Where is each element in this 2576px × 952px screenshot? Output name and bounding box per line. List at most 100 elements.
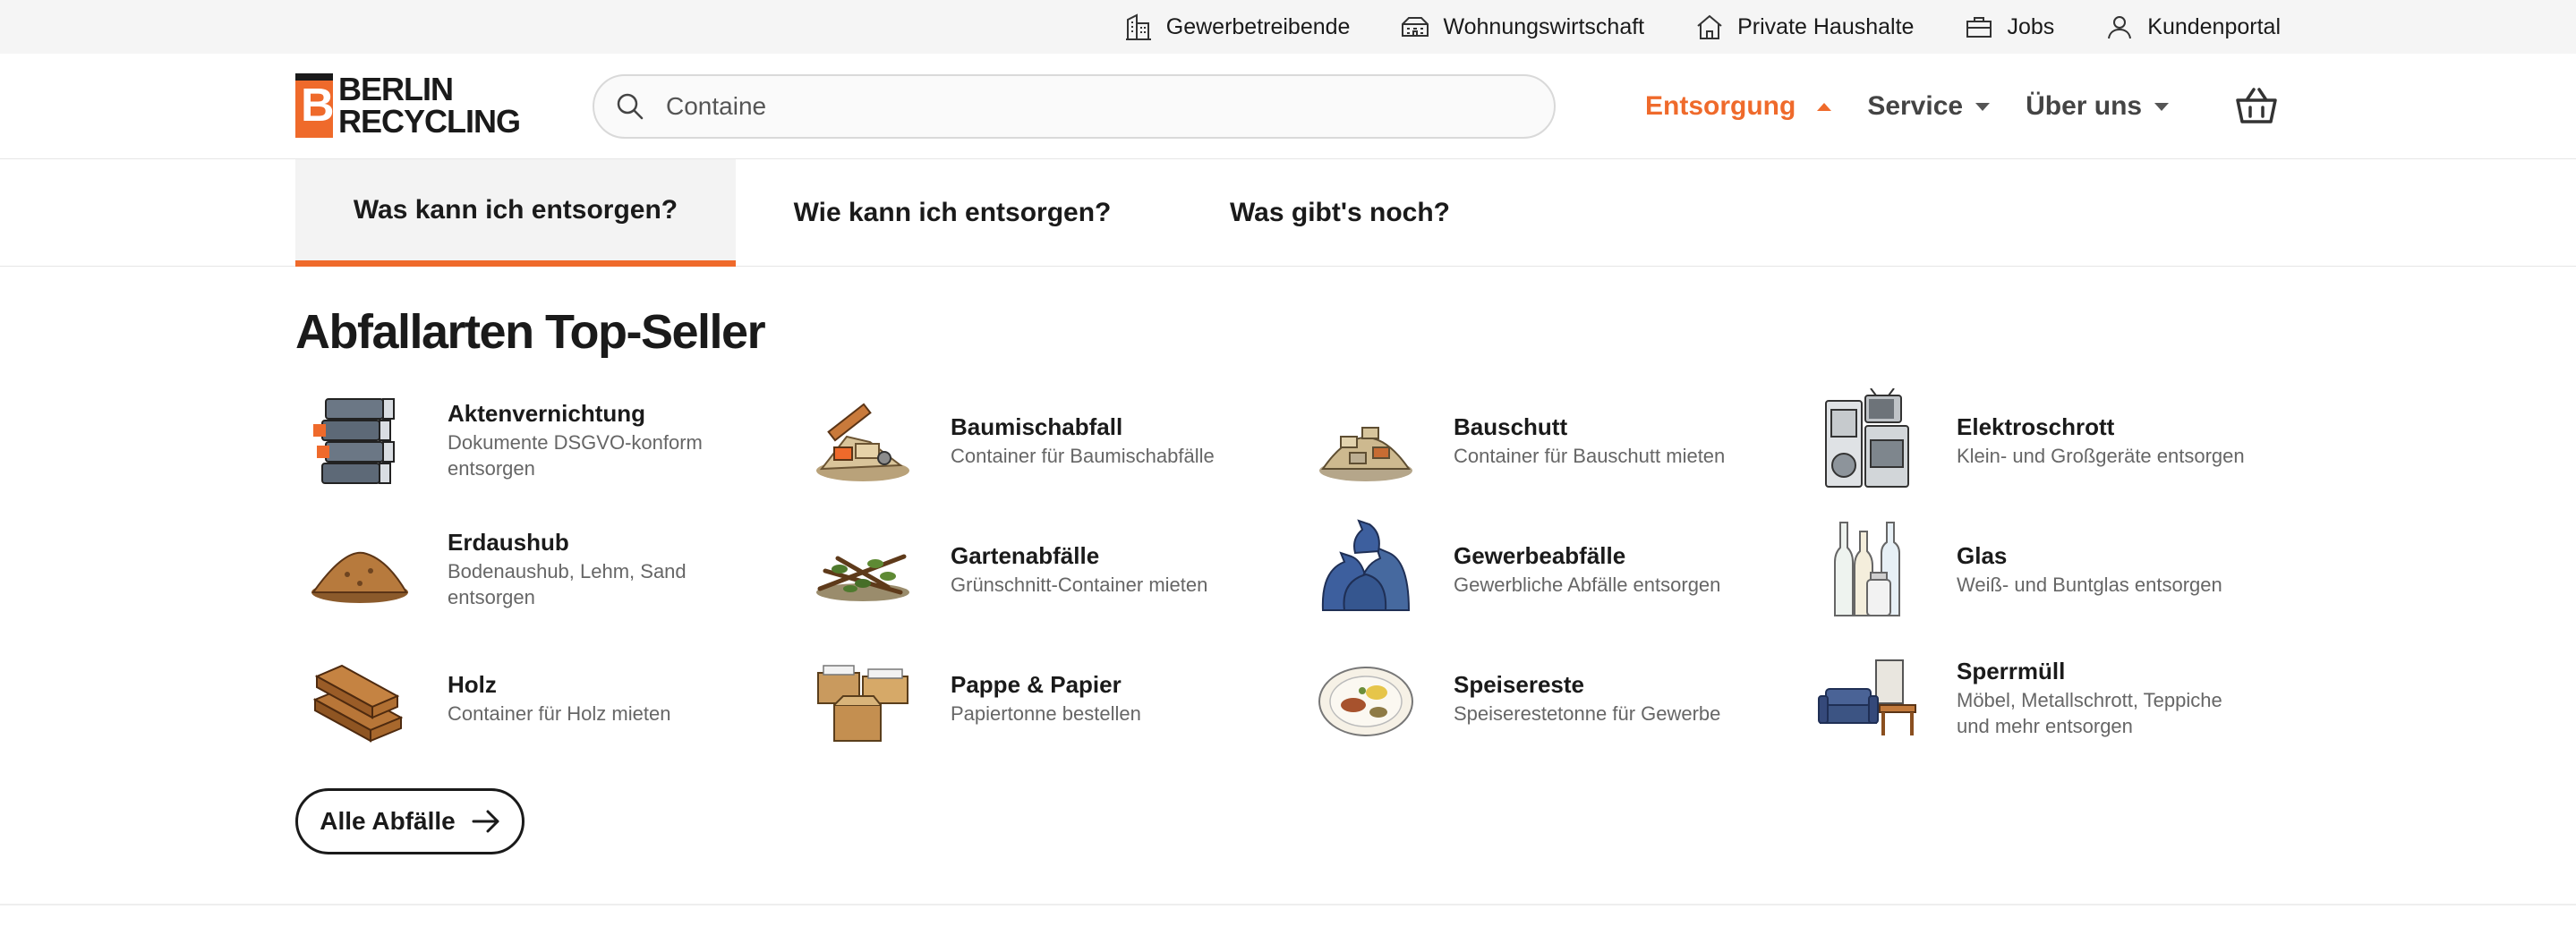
header: B BERLIN RECYCLING Entsorgung Service Üb… [0,54,2576,159]
waste-item-aktenvernichtung[interactable]: Aktenvernichtung Dokumente DSGVO-konform… [306,387,789,494]
waste-item-title: Aktenvernichtung [448,400,646,427]
logo-mark-letter: B [301,80,335,132]
waste-item-texts: Aktenvernichtung Dokumente DSGVO-konform… [448,399,743,481]
waste-item-texts: Gartenabfälle Grünschnitt-Container miet… [951,541,1246,598]
chevron-down-icon [2154,102,2170,111]
waste-item-texts: Bauschutt Container für Bauschutt mieten [1454,412,1749,469]
waste-item-texts: Speisereste Speiserestetonne für Gewerbe [1454,670,1749,727]
waste-item-glas[interactable]: Glas Weiß- und Buntglas entsorgen [1815,515,2299,623]
waste-item-erdaushub[interactable]: Erdaushub Bodenaushub, Lehm, Sand entsor… [306,515,789,623]
glass-bottles-icon [1834,522,1900,616]
waste-item-title: Holz [448,670,497,698]
cardboard-boxes-icon [817,665,908,742]
logo-mark: B [295,73,335,138]
chevron-down-icon [1975,102,1991,111]
wood-planks-icon [312,664,404,743]
tab-was-gibts-noch[interactable]: Was gibt's noch? [1169,159,1511,267]
nav-ueber-uns[interactable]: Über uns [2026,91,2170,122]
utility-link-label: Jobs [2007,13,2055,39]
waste-item-title: Sperrmüll [1957,658,2066,684]
waste-item-title: Gewerbeabfälle [1454,541,1626,569]
soil-pile-icon [311,551,408,603]
building-icon [1125,13,1151,40]
waste-item-pappe-papier[interactable]: Pappe & Papier Papiertonne bestellen [809,644,1292,752]
waste-item-thumb [809,515,917,623]
utility-link-jobs[interactable]: Jobs [1964,12,2054,42]
waste-item-thumb [1815,387,1923,494]
waste-item-thumb [306,515,414,623]
all-waste-button[interactable]: Alle Abfälle [295,788,525,854]
utility-link-gewerbetreibende[interactable]: Gewerbetreibende [1123,12,1350,42]
waste-item-bauschutt[interactable]: Bauschutt Container für Bauschutt mieten [1312,387,1796,494]
tab-wie-kann-ich-entsorgen[interactable]: Wie kann ich entsorgen? [736,159,1169,267]
utility-link-label: Wohnungswirtschaft [1443,13,1645,39]
utility-link-label: Kundenportal [2147,13,2281,39]
house-icon [1697,14,1722,39]
waste-item-title: Erdaushub [448,529,569,556]
logo-text: BERLIN RECYCLING [338,73,521,140]
waste-item-title: Elektroschrott [1957,412,2115,440]
waste-item-desc: Container für Bauschutt mieten [1454,444,1726,467]
nav-entsorgung[interactable]: Entsorgung [1645,91,1832,122]
mixed-debris-icon [816,403,909,481]
waste-item-thumb [1312,644,1420,752]
waste-item-title: Speisereste [1454,670,1584,698]
waste-item-thumb [1312,515,1420,623]
waste-item-thumb [1312,387,1420,494]
waste-item-desc: Klein- und Großgeräte entsorgen [1957,444,2245,467]
waste-item-texts: Gewerbeabfälle Gewerbliche Abfälle entso… [1454,541,1749,598]
branches-icon [816,554,909,601]
logo-line-2: RECYCLING [338,103,521,140]
search-box[interactable] [593,74,1556,139]
utility-link-label: Private Haushalte [1737,13,1915,39]
waste-item-desc: Speiserestetonne für Gewerbe [1454,701,1721,725]
waste-item-desc: Bodenaushub, Lehm, Sand entsorgen [448,560,687,608]
waste-item-desc: Papiertonne bestellen [951,701,1141,725]
nav-label: Über uns [2026,91,2143,121]
waste-item-desc: Dokumente DSGVO-konform entsorgen [448,431,703,480]
binders-icon [313,398,395,484]
section-divider [0,904,2576,905]
waste-item-title: Baumischabfall [951,412,1123,440]
basket-icon[interactable] [2234,86,2279,127]
briefcase-icon [1966,17,1992,38]
tab-label: Was gibt's noch? [1229,198,1451,227]
waste-item-title: Pappe & Papier [951,670,1122,698]
waste-item-desc: Container für Baumischabfälle [951,444,1215,467]
waste-item-thumb [306,387,414,494]
tabs-bar: Was kann ich entsorgen? Wie kann ich ent… [0,159,2576,267]
waste-item-baumischabfall[interactable]: Baumischabfall Container für Baumischabf… [809,387,1292,494]
appliances-icon [1825,388,1909,488]
utility-links: Gewerbetreibende Wohnungswirtschaft Priv… [1123,0,2281,54]
tab-label: Wie kann ich entsorgen? [793,198,1112,227]
rubble-icon [1319,427,1412,481]
waste-item-desc: Weiß- und Buntglas entsorgen [1957,573,2222,596]
waste-item-title: Bauschutt [1454,412,1568,440]
search-icon [617,93,644,120]
food-plate-icon [1318,667,1413,736]
utility-link-private-haushalte[interactable]: Private Haushalte [1694,12,1914,42]
search-input[interactable] [666,92,1471,121]
waste-item-gartenabfaelle[interactable]: Gartenabfälle Grünschnitt-Container miet… [809,515,1292,623]
waste-item-thumb [306,644,414,752]
apartments-icon [1402,17,1429,37]
waste-item-sperrmuell[interactable]: Sperrmüll Möbel, Metallschrott, Teppiche… [1815,644,2299,752]
section-title: Abfallarten Top-Seller [295,305,766,359]
waste-item-holz[interactable]: Holz Container für Holz mieten [306,644,789,752]
nav-service[interactable]: Service [1867,91,1991,122]
waste-item-speisereste[interactable]: Speisereste Speiserestetonne für Gewerbe [1312,644,1796,752]
waste-item-title: Gartenabfälle [951,541,1100,569]
waste-item-texts: Erdaushub Bodenaushub, Lehm, Sand entsor… [448,528,743,610]
utility-link-kundenportal[interactable]: Kundenportal [2104,12,2281,42]
tab-was-kann-ich-entsorgen[interactable]: Was kann ich entsorgen? [295,159,736,267]
waste-item-thumb [1815,644,1923,752]
waste-item-texts: Baumischabfall Container für Baumischabf… [951,412,1246,469]
waste-item-thumb [809,387,917,494]
utility-link-wohnungswirtschaft[interactable]: Wohnungswirtschaft [1400,12,1644,42]
furniture-icon [1818,659,1916,735]
waste-item-texts: Elektroschrott Klein- und Großgeräte ent… [1957,412,2252,469]
waste-item-texts: Glas Weiß- und Buntglas entsorgen [1957,541,2252,598]
waste-item-gewerbeabfaelle[interactable]: Gewerbeabfälle Gewerbliche Abfälle entso… [1312,515,1796,623]
waste-item-elektroschrott[interactable]: Elektroschrott Klein- und Großgeräte ent… [1815,387,2299,494]
logo[interactable]: B BERLIN RECYCLING [295,73,528,138]
